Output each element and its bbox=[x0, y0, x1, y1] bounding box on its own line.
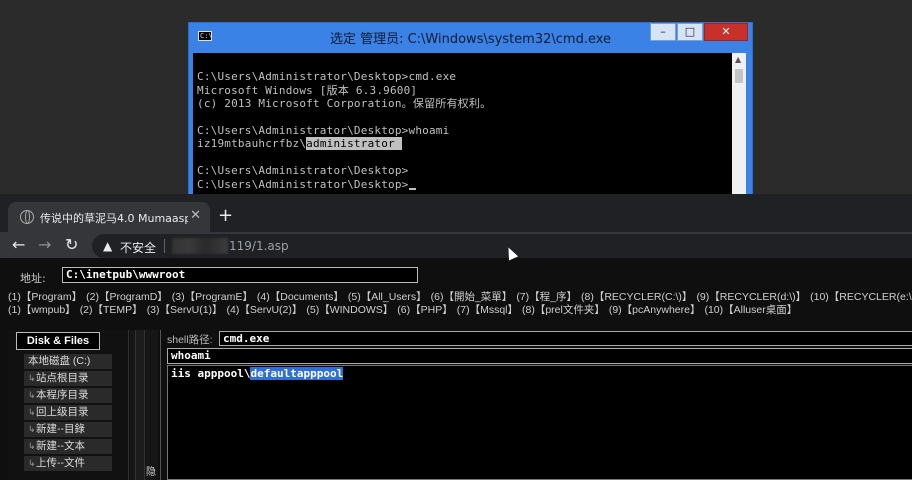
maximize-button[interactable]: □ bbox=[677, 23, 703, 41]
side-scrollbar[interactable] bbox=[135, 330, 145, 480]
cmd-console[interactable]: C:\Users\Administrator\Desktop>cmd.exe M… bbox=[193, 53, 746, 201]
panel-splitter: 隐 bbox=[130, 330, 158, 480]
tab-strip: 传说中的草泥马4.0 Mumaasp.c ✕ + bbox=[0, 194, 912, 232]
folder-icon: ↳ bbox=[28, 407, 36, 417]
new-tab-button[interactable]: + bbox=[218, 205, 233, 226]
globe-icon bbox=[20, 210, 34, 224]
quick-link[interactable]: (4)【ServU(2)】 bbox=[227, 304, 303, 316]
minimize-button[interactable]: – bbox=[650, 23, 676, 41]
divider bbox=[164, 239, 165, 253]
output-line: iis apppool\defaultapppool bbox=[171, 367, 344, 380]
cmd-window: C:\ 选定 管理员: C:\Windows\system32\cmd.exe … bbox=[188, 22, 753, 202]
sidebar-item-upload[interactable]: ↳上传--文件 bbox=[24, 456, 112, 471]
text-cursor bbox=[408, 187, 416, 190]
browser-window: 传说中的草泥马4.0 Mumaasp.c ✕ + ← → ↻ ▲ 不安全 119… bbox=[0, 194, 912, 480]
folder-icon: ↳ bbox=[28, 424, 36, 434]
webshell-page: 地址: C:\inetpub\wwwroot (1)【Program】 (2)【P… bbox=[0, 258, 912, 480]
shell-path-input[interactable]: cmd.exe bbox=[219, 331, 912, 346]
command-output[interactable]: iis apppool\defaultapppool bbox=[167, 365, 912, 480]
console-line: Microsoft Windows [版本 6.3.9600] bbox=[197, 83, 418, 97]
sidebar-item-new-text[interactable]: ↳新建--文本 bbox=[24, 439, 112, 454]
quick-link[interactable]: (9)【pcAnywhere】 bbox=[609, 304, 701, 316]
quick-link[interactable]: (5)【WINDOWS】 bbox=[306, 304, 393, 316]
sidebar-item-local-disk[interactable]: 本地磁盘 (C:) bbox=[24, 354, 112, 369]
quick-link[interactable]: (2)【TEMP】 bbox=[80, 304, 143, 316]
disk-files-title: Disk & Files bbox=[16, 332, 100, 350]
sidebar-item-parent-dir[interactable]: ↳回上级目录 bbox=[24, 405, 112, 420]
command-input[interactable]: whoami bbox=[167, 348, 912, 364]
disk-files-panel: Disk & Files 本地磁盘 (C:) ↳站点根目录 ↳本程序目录 ↳回上… bbox=[8, 330, 129, 480]
cmd-title-bar[interactable]: C:\ 选定 管理员: C:\Windows\system32\cmd.exe … bbox=[189, 23, 752, 49]
output-prefix: iis apppool\ bbox=[171, 367, 251, 380]
console-line: C:\Users\Administrator\Desktop> bbox=[197, 164, 409, 178]
console-line-whoami-result: iz19mtbauhcrfbz\administrator bbox=[197, 137, 727, 151]
quick-link[interactable]: (10)【Alluser桌面】 bbox=[704, 304, 797, 316]
folder-icon: ↳ bbox=[28, 373, 36, 383]
output-selected-text: defaultapppool bbox=[250, 367, 344, 380]
whoami-host: iz19mtbauhcrfbz\ bbox=[197, 137, 307, 151]
sidebar-item-site-root[interactable]: ↳站点根目录 bbox=[24, 371, 112, 386]
back-icon[interactable]: ← bbox=[12, 235, 25, 254]
quick-link[interactable]: (7)【Mssql】 bbox=[457, 304, 518, 316]
scroll-thumb[interactable] bbox=[735, 69, 743, 83]
quick-links-row-2: (1)【wmpub】 (2)【TEMP】 (3)【ServU(1)】 (4)【Serv… bbox=[8, 302, 801, 317]
quick-link[interactable]: (6)【PHP】 bbox=[397, 304, 452, 316]
sidebar-item-program-dir[interactable]: ↳本程序目录 bbox=[24, 388, 112, 403]
reload-icon[interactable]: ↻ bbox=[65, 235, 78, 254]
hide-panel-toggle[interactable]: 隐 bbox=[146, 463, 156, 478]
address-bar[interactable]: ▲ 不安全 119/1.asp bbox=[92, 234, 912, 258]
sidebar-item-new-dir[interactable]: ↳新建--目錄 bbox=[24, 422, 112, 437]
warning-icon[interactable]: ▲ bbox=[103, 239, 112, 253]
tab-close-icon[interactable]: ✕ bbox=[190, 208, 201, 223]
quick-link[interactable]: (8)【prel文件夹】 bbox=[522, 304, 605, 316]
console-line-prompt: C:\Users\Administrator\Desktop> bbox=[197, 178, 727, 191]
address-label: 地址: bbox=[20, 272, 46, 285]
whoami-selected-user: administrator bbox=[306, 137, 402, 151]
console-line: (c) 2013 Microsoft Corporation。保留所有权利。 bbox=[197, 97, 492, 111]
quick-link[interactable]: (10)【RECYCLER(e:\)】 bbox=[810, 291, 912, 303]
browser-tab[interactable]: 传说中的草泥马4.0 Mumaasp.c ✕ bbox=[8, 202, 210, 232]
scroll-up-icon[interactable]: ▲ bbox=[735, 55, 741, 64]
upload-icon: ↳ bbox=[28, 458, 36, 468]
tab-title: 传说中的草泥马4.0 Mumaasp.c bbox=[40, 212, 188, 225]
not-secure-label[interactable]: 不安全 bbox=[120, 239, 156, 256]
quick-link[interactable]: (1)【wmpub】 bbox=[8, 304, 76, 316]
folder-icon: ↳ bbox=[28, 390, 36, 400]
close-button[interactable]: ✕ bbox=[704, 23, 748, 41]
browser-toolbar: ← → ↻ ▲ 不安全 119/1.asp bbox=[0, 232, 912, 258]
url-text[interactable]: 119/1.asp bbox=[229, 239, 289, 253]
file-icon: ↳ bbox=[28, 441, 36, 451]
shell-path-label: shell路径: bbox=[167, 334, 213, 346]
forward-icon[interactable]: → bbox=[38, 235, 51, 254]
cmd-shell-panel: shell路径: cmd.exe whoami iis apppool\defa… bbox=[160, 330, 912, 480]
path-input[interactable]: C:\inetpub\wwwroot bbox=[62, 267, 418, 283]
quick-link[interactable]: (3)【ServU(1)】 bbox=[147, 304, 223, 316]
console-line: C:\Users\Administrator\Desktop>cmd.exe bbox=[197, 70, 457, 84]
blurred-url-host bbox=[172, 238, 228, 254]
cmd-scrollbar[interactable]: ▲ bbox=[732, 53, 746, 201]
console-line: C:\Users\Administrator\Desktop>whoami bbox=[197, 123, 450, 137]
